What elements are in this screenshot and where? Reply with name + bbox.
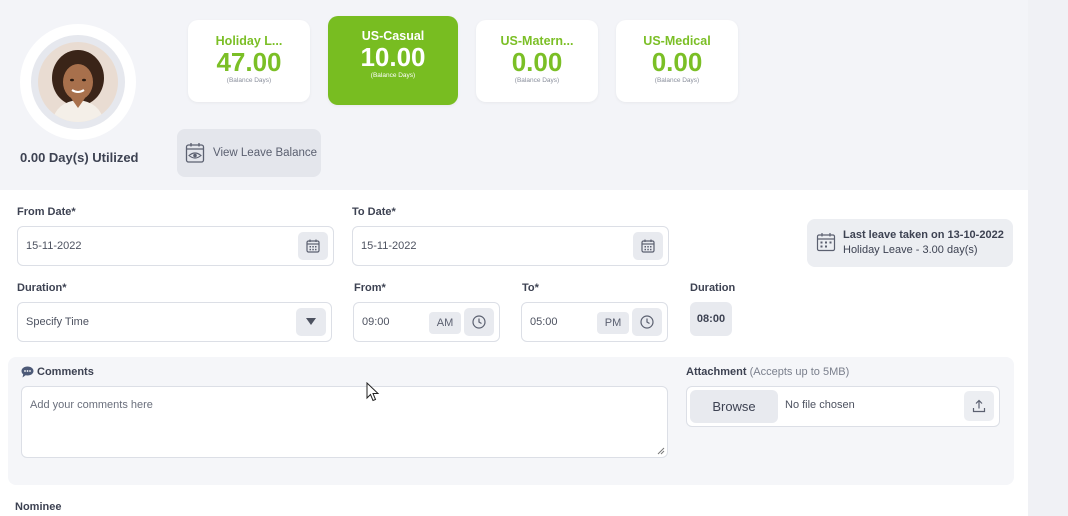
avatar — [20, 24, 136, 140]
leave-application-page: 0.00 Day(s) Utilized Holiday L... 47.00 … — [0, 0, 1028, 516]
duration-select-value: Specify Time — [26, 316, 89, 328]
comments-heading: Comments — [21, 366, 94, 378]
balance-card-title: Holiday L... — [215, 34, 283, 48]
clock-icon[interactable] — [632, 308, 662, 336]
leave-form: From Date* 15-11-2022 To Date* 15-11-202… — [0, 190, 1028, 516]
calendar-icon — [816, 233, 836, 252]
balance-card-us-casual[interactable]: US-Casual 10.00 (Balance Days) — [328, 16, 458, 105]
no-file-chosen-label: No file chosen — [785, 399, 855, 411]
resize-handle-icon[interactable] — [657, 447, 665, 455]
balance-card-value: 0.00 — [651, 47, 703, 77]
to-date-field[interactable]: 15-11-2022 — [352, 226, 669, 266]
from-date-field[interactable]: 15-11-2022 — [17, 226, 334, 266]
to-date-value: 15-11-2022 — [361, 240, 417, 252]
last-leave-details: Holiday Leave - 3.00 day(s) — [843, 244, 978, 256]
view-leave-balance-button[interactable]: View Leave Balance — [177, 129, 321, 177]
calendar-eye-icon — [185, 143, 205, 163]
from-time-value: 09:00 — [362, 316, 390, 328]
nominee-label: Nominee — [15, 501, 62, 513]
chat-bubble-icon — [21, 366, 34, 378]
from-date-label: From Date* — [17, 206, 76, 218]
attachment-heading: Attachment (Accepts up to 5MB) — [686, 366, 849, 378]
to-date-label: To Date* — [352, 206, 396, 218]
balance-card-holiday[interactable]: Holiday L... 47.00 (Balance Days) — [188, 20, 310, 102]
balance-card-us-medical[interactable]: US-Medical 0.00 (Balance Days) — [616, 20, 738, 102]
profile-photo-icon — [38, 42, 118, 122]
balance-card-subtitle: (Balance Days) — [514, 77, 560, 84]
dropdown-arrow-icon[interactable] — [296, 308, 326, 336]
mouse-pointer-icon — [366, 382, 380, 402]
to-time-label: To* — [522, 282, 539, 294]
from-time-field[interactable]: 09:00 AM — [353, 302, 500, 342]
balance-card-value: 0.00 — [511, 47, 563, 77]
balance-card-value: 47.00 — [216, 47, 282, 77]
to-time-value: 05:00 — [530, 316, 558, 328]
attachment-hint: (Accepts up to 5MB) — [749, 366, 850, 378]
duration-total-value: 08:00 — [690, 302, 732, 336]
balance-card-subtitle: (Balance Days) — [370, 72, 416, 79]
attachment-label: Attachment — [686, 366, 747, 378]
balance-card-title: US-Medical — [643, 34, 711, 48]
from-ampm-toggle[interactable]: AM — [429, 312, 461, 334]
browse-button[interactable]: Browse — [690, 390, 778, 423]
calendar-icon[interactable] — [633, 232, 663, 260]
duration-label: Duration* — [17, 282, 67, 294]
last-leave-date: Last leave taken on 13-10-2022 — [843, 229, 1004, 241]
balance-card-us-maternity[interactable]: US-Matern... 0.00 (Balance Days) — [476, 20, 598, 102]
comments-placeholder: Add your comments here — [30, 399, 153, 411]
avatar-photo — [38, 42, 118, 122]
comments-attachment-panel: Comments Add your comments here Attachme… — [8, 357, 1014, 485]
balance-card-title: US-Matern... — [500, 34, 574, 48]
clock-icon[interactable] — [464, 308, 494, 336]
right-scroll-gutter — [1028, 0, 1068, 516]
comments-label: Comments — [37, 366, 94, 378]
to-ampm-toggle[interactable]: PM — [597, 312, 629, 334]
balance-card-value: 10.00 — [360, 42, 426, 72]
duration-total-label: Duration — [690, 282, 736, 294]
balance-card-subtitle: (Balance Days) — [226, 77, 272, 84]
from-date-value: 15-11-2022 — [26, 240, 82, 252]
duration-select[interactable]: Specify Time — [17, 302, 332, 342]
last-leave-info: Last leave taken on 13-10-2022 Holiday L… — [807, 219, 1013, 267]
balance-card-subtitle: (Balance Days) — [654, 77, 700, 84]
upload-icon[interactable] — [964, 391, 994, 421]
balance-card-title: US-Casual — [361, 29, 425, 43]
view-leave-balance-label: View Leave Balance — [213, 147, 317, 159]
calendar-icon[interactable] — [298, 232, 328, 260]
comments-textarea[interactable]: Add your comments here — [21, 386, 668, 458]
from-time-label: From* — [354, 282, 386, 294]
attachment-field[interactable]: Browse No file chosen — [686, 386, 1000, 427]
days-utilized-label: 0.00 Day(s) Utilized — [20, 150, 139, 165]
to-time-field[interactable]: 05:00 PM — [521, 302, 668, 342]
